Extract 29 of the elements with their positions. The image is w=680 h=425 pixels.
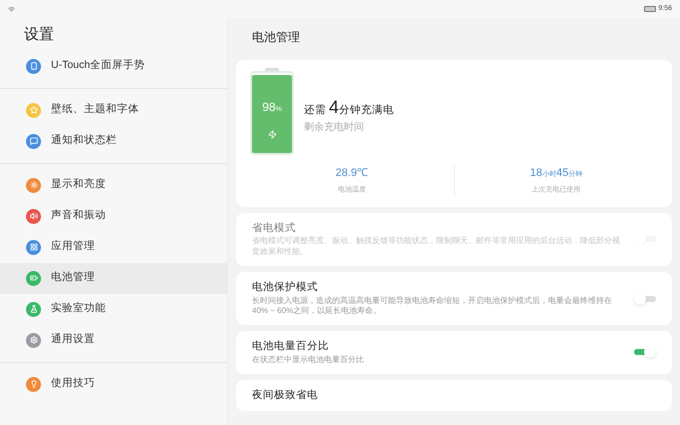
stat-value: 28.9℃ <box>336 166 368 181</box>
sidebar-item[interactable]: U-Touch全面屏手势 <box>0 50 227 82</box>
setting-title: 省电模式 <box>252 220 297 236</box>
setting-description: 省电模式可调整亮度、振动、触摸反馈等功能状态，限制聊天、邮件等常用应用的后台活动，降低部分视觉效果和性能。 <box>252 236 621 258</box>
setting-description: 长时间接入电源，造成的高温高电量可能导致电池寿命缩短，开启电池保护模式后，电量会最终维持在40% ~ 60%之间，以延长电池寿命。 <box>252 296 613 318</box>
sidebar-title: 设置 <box>23 25 55 45</box>
sidebar-item[interactable]: 使用技巧 <box>0 368 227 400</box>
setting-card[interactable]: 电池保护模式 长时间接入电源，造成的高温高电量可能导致电池寿命缩短，开启电池保护模式后，电量会最终维持在40% ~ 60%之间，以延长电池寿命。 <box>236 272 672 326</box>
charge-time-text: 还需 4分钟充满电 <box>304 98 394 116</box>
sidebar-item[interactable]: 显示和亮度 <box>0 170 227 200</box>
sidebar-item[interactable]: 声音和振动 <box>0 200 227 232</box>
setting-title: 电池保护模式 <box>252 280 319 295</box>
sidebar-item[interactable]: 应用管理 <box>0 232 227 262</box>
sidebar-item[interactable]: 实验室功能 <box>0 294 227 324</box>
setting-title: 夜间极致省电 <box>252 388 319 403</box>
setting-description: 在状态栏中显示电池电量百分比 <box>252 354 365 366</box>
setting-card[interactable]: 电池电量百分比 在状态栏中显示电池电量百分比 <box>236 331 672 374</box>
sidebar-item[interactable]: 壁纸、主题和字体 <box>0 94 227 126</box>
charge-time-caption: 剩余充电时间 <box>304 120 365 135</box>
sidebar-item[interactable]: 电池管理 <box>0 262 227 294</box>
battery-status-icon <box>644 6 656 12</box>
toggle-switch[interactable] <box>634 346 656 358</box>
setting-card[interactable]: 夜间极致省电 <box>236 380 672 412</box>
sidebar-item[interactable]: 通用设置 <box>0 324 227 356</box>
sidebar-item[interactable]: 通知和状态栏 <box>0 126 227 156</box>
wifi-icon <box>8 6 15 12</box>
toggle-switch[interactable] <box>634 292 656 305</box>
page-title: 电池管理 <box>251 29 301 46</box>
setting-title: 电池电量百分比 <box>252 339 330 354</box>
